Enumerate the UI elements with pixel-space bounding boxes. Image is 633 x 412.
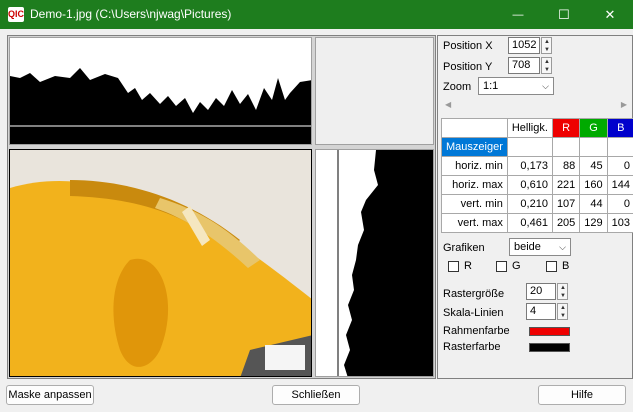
scale-lines-input[interactable]: 4 [526,303,556,320]
table-header-g: G [579,118,608,138]
checkbox-b-label: B [562,260,570,272]
window-title: Demo-1.jpg (C:\Users\njwag\Pictures) [30,7,232,21]
red-value: 88 [551,156,581,176]
zoom-select[interactable]: 1:1 ⌵ [478,77,554,95]
blue-value: 144 [606,175,633,195]
checkbox-g-label: G [512,260,521,272]
green-value: 45 [579,156,608,176]
brightness-value: 0,461 [506,213,553,233]
scale-lines-stepper[interactable]: ▲ ▼ [557,303,568,320]
checkbox-r[interactable] [448,261,459,272]
down-arrow-icon: ▼ [560,313,566,319]
table-header-empty [441,118,508,138]
position-x-stepper[interactable]: ▲ ▼ [541,37,552,54]
adjust-mask-button[interactable]: Maske anpassen [6,385,94,405]
table-row[interactable]: vert. min 0,210 107 44 0 [441,194,633,214]
help-button[interactable]: Hilfe [538,385,626,405]
green-value: 44 [579,194,608,214]
table-row[interactable]: horiz. min 0,173 88 45 0 [441,156,633,176]
brightness-value: 0,173 [506,156,553,176]
table-cell [606,137,633,157]
position-y-label: Position Y [443,61,493,73]
table-row[interactable]: vert. max 0,461 205 129 103 [441,213,633,233]
checkbox-g[interactable] [496,261,507,272]
red-value: 107 [551,194,581,214]
down-arrow-icon: ▼ [544,47,550,53]
scroll-left-icon[interactable]: ◀ [445,100,451,109]
up-arrow-icon: ▲ [544,59,550,65]
scale-lines-label: Skala-Linien [443,307,504,319]
down-arrow-icon: ▼ [544,67,550,73]
zoom-label: Zoom [443,81,472,93]
row-label: vert. min [441,194,508,214]
minimize-button[interactable]: — [495,0,541,29]
app-icon: QIC [8,7,24,22]
blue-value: 0 [606,156,633,176]
row-label: horiz. min [441,156,508,176]
graphics-select[interactable]: beide ⌵ [509,238,571,256]
blue-value: 103 [606,213,633,233]
row-label: horiz. max [441,175,508,195]
brightness-value: 0,210 [506,194,553,214]
down-arrow-icon: ▼ [560,293,566,299]
image-preview-picture [10,150,311,376]
frame-color-swatch[interactable] [529,327,570,336]
graphics-label: Grafiken [443,242,485,254]
table-header-b: B [606,118,633,138]
checkbox-b[interactable] [546,261,557,272]
table-cell [506,137,553,157]
red-value: 205 [551,213,581,233]
table-cell [551,137,581,157]
mouse-pointer-cell[interactable]: Mauszeiger [441,137,508,157]
blue-value: 0 [606,194,633,214]
table-header-r: R [551,118,581,138]
close-button[interactable]: Schließen [272,385,360,405]
title-bar[interactable]: QIC Demo-1.jpg (C:\Users\njwag\Pictures)… [0,0,633,29]
horizontal-profile [9,37,312,145]
table-row-mouse-pointer[interactable]: Mauszeiger [441,137,633,157]
raster-size-stepper[interactable]: ▲ ▼ [557,283,568,300]
table-cell [579,137,608,157]
scroll-right-icon[interactable]: ▶ [621,100,627,109]
checkbox-r-label: R [464,260,472,272]
maximize-icon: ☐ [558,6,570,22]
color-values-table: Helligk. R G B Mauszeiger horiz. min 0,1… [441,118,633,233]
raster-color-label: Rasterfarbe [443,341,501,353]
row-label: vert. max [441,213,508,233]
graphics-value: beide [514,241,541,253]
up-arrow-icon: ▲ [560,305,566,311]
minimize-icon: — [512,8,524,21]
close-icon: ✕ [604,6,616,22]
up-arrow-icon: ▲ [560,285,566,291]
green-value: 129 [579,213,608,233]
chevron-down-icon: ⌵ [542,81,549,91]
raster-color-swatch[interactable] [529,343,570,352]
position-x-input[interactable]: 1052 [508,37,540,54]
position-x-label: Position X [443,40,493,52]
position-y-stepper[interactable]: ▲ ▼ [541,57,552,74]
brightness-value: 0,610 [506,175,553,195]
zoom-value: 1:1 [483,80,499,92]
table-header-row: Helligk. R G B [441,118,633,138]
maximize-button[interactable]: ☐ [541,0,587,29]
red-value: 221 [551,175,581,195]
vertical-profile-graph [337,150,433,376]
image-preview[interactable] [9,149,312,377]
position-y-input[interactable]: 708 [508,57,540,74]
up-arrow-icon: ▲ [544,39,550,45]
raster-size-label: Rastergröße [443,288,505,300]
corner-panel [315,37,434,145]
chevron-down-icon: ⌵ [559,242,566,252]
horizontal-profile-graph [10,68,311,144]
table-header-brightness: Helligk. [506,118,553,138]
vertical-profile [315,149,434,377]
green-value: 160 [579,175,608,195]
close-window-button[interactable]: ✕ [587,0,633,29]
raster-size-input[interactable]: 20 [526,283,556,300]
horizontal-scrollbar[interactable]: ◀ ▶ [442,98,630,112]
table-row[interactable]: horiz. max 0,610 221 160 144 [441,175,633,195]
frame-color-label: Rahmenfarbe [443,325,510,337]
